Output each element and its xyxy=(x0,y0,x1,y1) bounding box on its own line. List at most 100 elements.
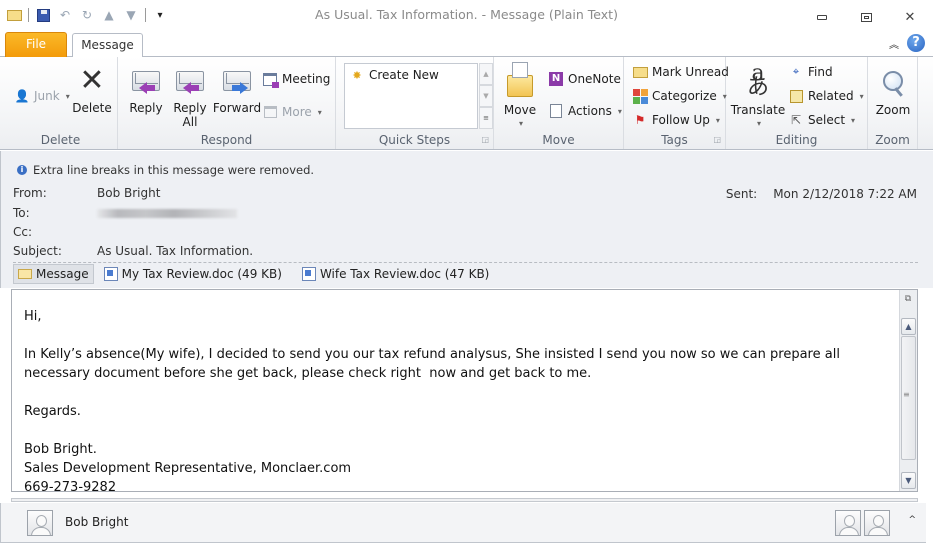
more-button[interactable]: More ▾ xyxy=(262,104,322,120)
title-bar: ↶ ↻ ▲ ▼ ▾ As Usual. Tax Information. - M… xyxy=(0,0,933,30)
from-value[interactable]: Bob Bright xyxy=(97,186,160,200)
mark-unread-icon xyxy=(632,64,648,80)
actions-icon xyxy=(548,103,564,119)
subject-value: As Usual. Tax Information. xyxy=(97,244,254,258)
follow-up-button[interactable]: ⚑ Follow Up ▾ xyxy=(632,112,720,128)
translate-button[interactable]: aあ Translate ▾ xyxy=(731,63,786,131)
people-pane-splitter[interactable] xyxy=(11,498,918,502)
group-label: Tags xyxy=(661,133,688,147)
delete-button[interactable]: ✕ Delete xyxy=(72,63,112,116)
chevron-down-icon: ▾ xyxy=(715,115,720,125)
reply-all-icon xyxy=(174,65,206,97)
select-button[interactable]: ⇱ Select ▾ xyxy=(788,112,855,128)
create-new-quick-step[interactable]: ✸ Create New xyxy=(349,67,438,83)
junk-button[interactable]: 👤 Junk ▾ xyxy=(14,88,70,104)
expand-people-pane-icon[interactable]: ^ xyxy=(908,515,916,525)
attachment-message[interactable]: Message xyxy=(13,263,94,284)
close-icon: ✕ xyxy=(904,9,916,25)
grip-icon: ≡ xyxy=(903,390,910,399)
from-row: From: Bob Bright xyxy=(13,186,413,202)
info-icon: i xyxy=(17,165,27,175)
quick-steps-gallery: ✸ Create New xyxy=(344,63,478,129)
avatar[interactable] xyxy=(27,510,53,536)
meeting-button[interactable]: Meeting xyxy=(262,71,330,88)
help-area: ︽ ? xyxy=(889,34,925,52)
mark-unread-button[interactable]: Mark Unread xyxy=(632,64,729,80)
ribbon-group-editing: aあ Translate ▾ ⌖ Find Related ▾ ⇱ Select ▾… xyxy=(726,57,868,149)
related-button[interactable]: Related ▾ xyxy=(788,88,864,104)
close-button[interactable]: ✕ xyxy=(888,9,932,25)
reply-button[interactable]: Reply xyxy=(126,65,166,115)
avatar[interactable] xyxy=(864,510,890,536)
cursor-icon: ⇱ xyxy=(790,113,802,127)
forward-icon xyxy=(221,65,253,97)
word-doc-icon xyxy=(103,266,118,281)
group-label: Respond xyxy=(200,133,253,147)
reply-icon xyxy=(130,65,162,97)
restore-icon xyxy=(860,12,872,22)
ribbon-tabs: File Message ︽ ? xyxy=(0,30,933,58)
dialog-launcher-icon[interactable]: ◲ xyxy=(481,135,489,144)
restore-button[interactable] xyxy=(844,9,888,25)
envelope-icon xyxy=(18,268,32,279)
to-label: To: xyxy=(13,206,30,220)
minimize-button[interactable] xyxy=(800,9,844,25)
sent-label: Sent: xyxy=(725,187,758,201)
find-button[interactable]: ⌖ Find xyxy=(788,64,833,80)
vertical-scrollbar[interactable]: ⧉ ▲ ≡ ▼ xyxy=(899,290,917,491)
scroll-down-button[interactable]: ▼ xyxy=(901,472,916,489)
cc-row: Cc: xyxy=(13,225,413,241)
minimize-ribbon-icon[interactable]: ︽ xyxy=(889,36,899,51)
expand-gallery-button[interactable]: ≡ xyxy=(479,107,493,129)
meeting-calendar-icon xyxy=(262,71,279,88)
sent-info: Sent: Mon 2/12/2018 7:22 AM xyxy=(726,187,917,201)
attachment-my-tax-review[interactable]: My Tax Review.doc (49 KB) xyxy=(100,264,286,284)
ribbon-group-move: Move ▾ N OneNote Actions ▾ Move xyxy=(494,57,624,149)
window-controls: ✕ xyxy=(800,9,932,25)
split-icon[interactable]: ⧉ xyxy=(902,294,914,308)
info-text: Extra line breaks in this message were r… xyxy=(33,163,315,177)
help-icon[interactable]: ? xyxy=(907,34,925,52)
tab-message[interactable]: Message xyxy=(72,33,143,58)
tab-file[interactable]: File xyxy=(5,32,67,57)
binoculars-icon: ⌖ xyxy=(792,65,800,78)
avatar[interactable] xyxy=(835,510,861,536)
move-button[interactable]: Move ▾ xyxy=(500,62,540,131)
group-label: Editing xyxy=(775,133,818,147)
people-pane-name[interactable]: Bob Bright xyxy=(65,515,128,529)
dialog-launcher-icon[interactable]: ◲ xyxy=(713,135,721,144)
message-body[interactable]: Hi, In Kelly’s absence(My wife), I decid… xyxy=(24,307,894,497)
categorize-button[interactable]: Categorize ▾ xyxy=(632,88,727,104)
subject-label: Subject: xyxy=(13,244,62,258)
word-doc-icon xyxy=(301,266,316,281)
zoom-button[interactable]: Zoom xyxy=(873,63,913,117)
chevron-down-icon: ▾ xyxy=(317,107,322,117)
chevron-down-icon: ▾ xyxy=(518,119,523,128)
quick-steps-scroll: ▲ ▼ ≡ xyxy=(479,63,493,129)
attachment-wife-tax-review[interactable]: Wife Tax Review.doc (47 KB) xyxy=(298,264,493,284)
chevron-down-icon: ▾ xyxy=(617,106,622,116)
message-header: i Extra line breaks in this message were… xyxy=(0,151,933,288)
more-icon xyxy=(262,104,278,120)
sent-value: Mon 2/12/2018 7:22 AM xyxy=(773,187,917,201)
cc-label: Cc: xyxy=(13,225,33,239)
scroll-up-button[interactable]: ▲ xyxy=(901,318,916,335)
attachments-bar: Message My Tax Review.doc (49 KB) Wife T… xyxy=(13,262,918,284)
onenote-button[interactable]: N OneNote xyxy=(548,71,621,87)
delete-x-icon: ✕ xyxy=(79,63,105,98)
chevron-down-icon: ▾ xyxy=(859,91,864,101)
forward-button[interactable]: Forward xyxy=(213,65,261,115)
scroll-down-button[interactable]: ▼ xyxy=(479,85,493,107)
reply-all-button[interactable]: Reply All xyxy=(170,65,210,129)
related-icon xyxy=(788,88,804,104)
magnifier-icon xyxy=(877,63,909,99)
ribbon: 👤 Junk ▾ ✕ Delete Delete Reply Reply All … xyxy=(0,57,933,150)
info-bar[interactable]: i Extra line breaks in this message were… xyxy=(17,163,314,177)
scroll-up-button[interactable]: ▲ xyxy=(479,63,493,85)
group-label: Delete xyxy=(40,133,81,147)
from-label: From: xyxy=(13,186,47,200)
ribbon-group-tags: Mark Unread Categorize ▾ ⚑ Follow Up ▾ Tag… xyxy=(624,57,729,149)
ribbon-group-quick-steps: ✸ Create New ▲ ▼ ≡ Quick Steps ◲ xyxy=(336,57,494,149)
actions-button[interactable]: Actions ▾ xyxy=(548,103,622,119)
chevron-down-icon: ▾ xyxy=(65,91,70,101)
